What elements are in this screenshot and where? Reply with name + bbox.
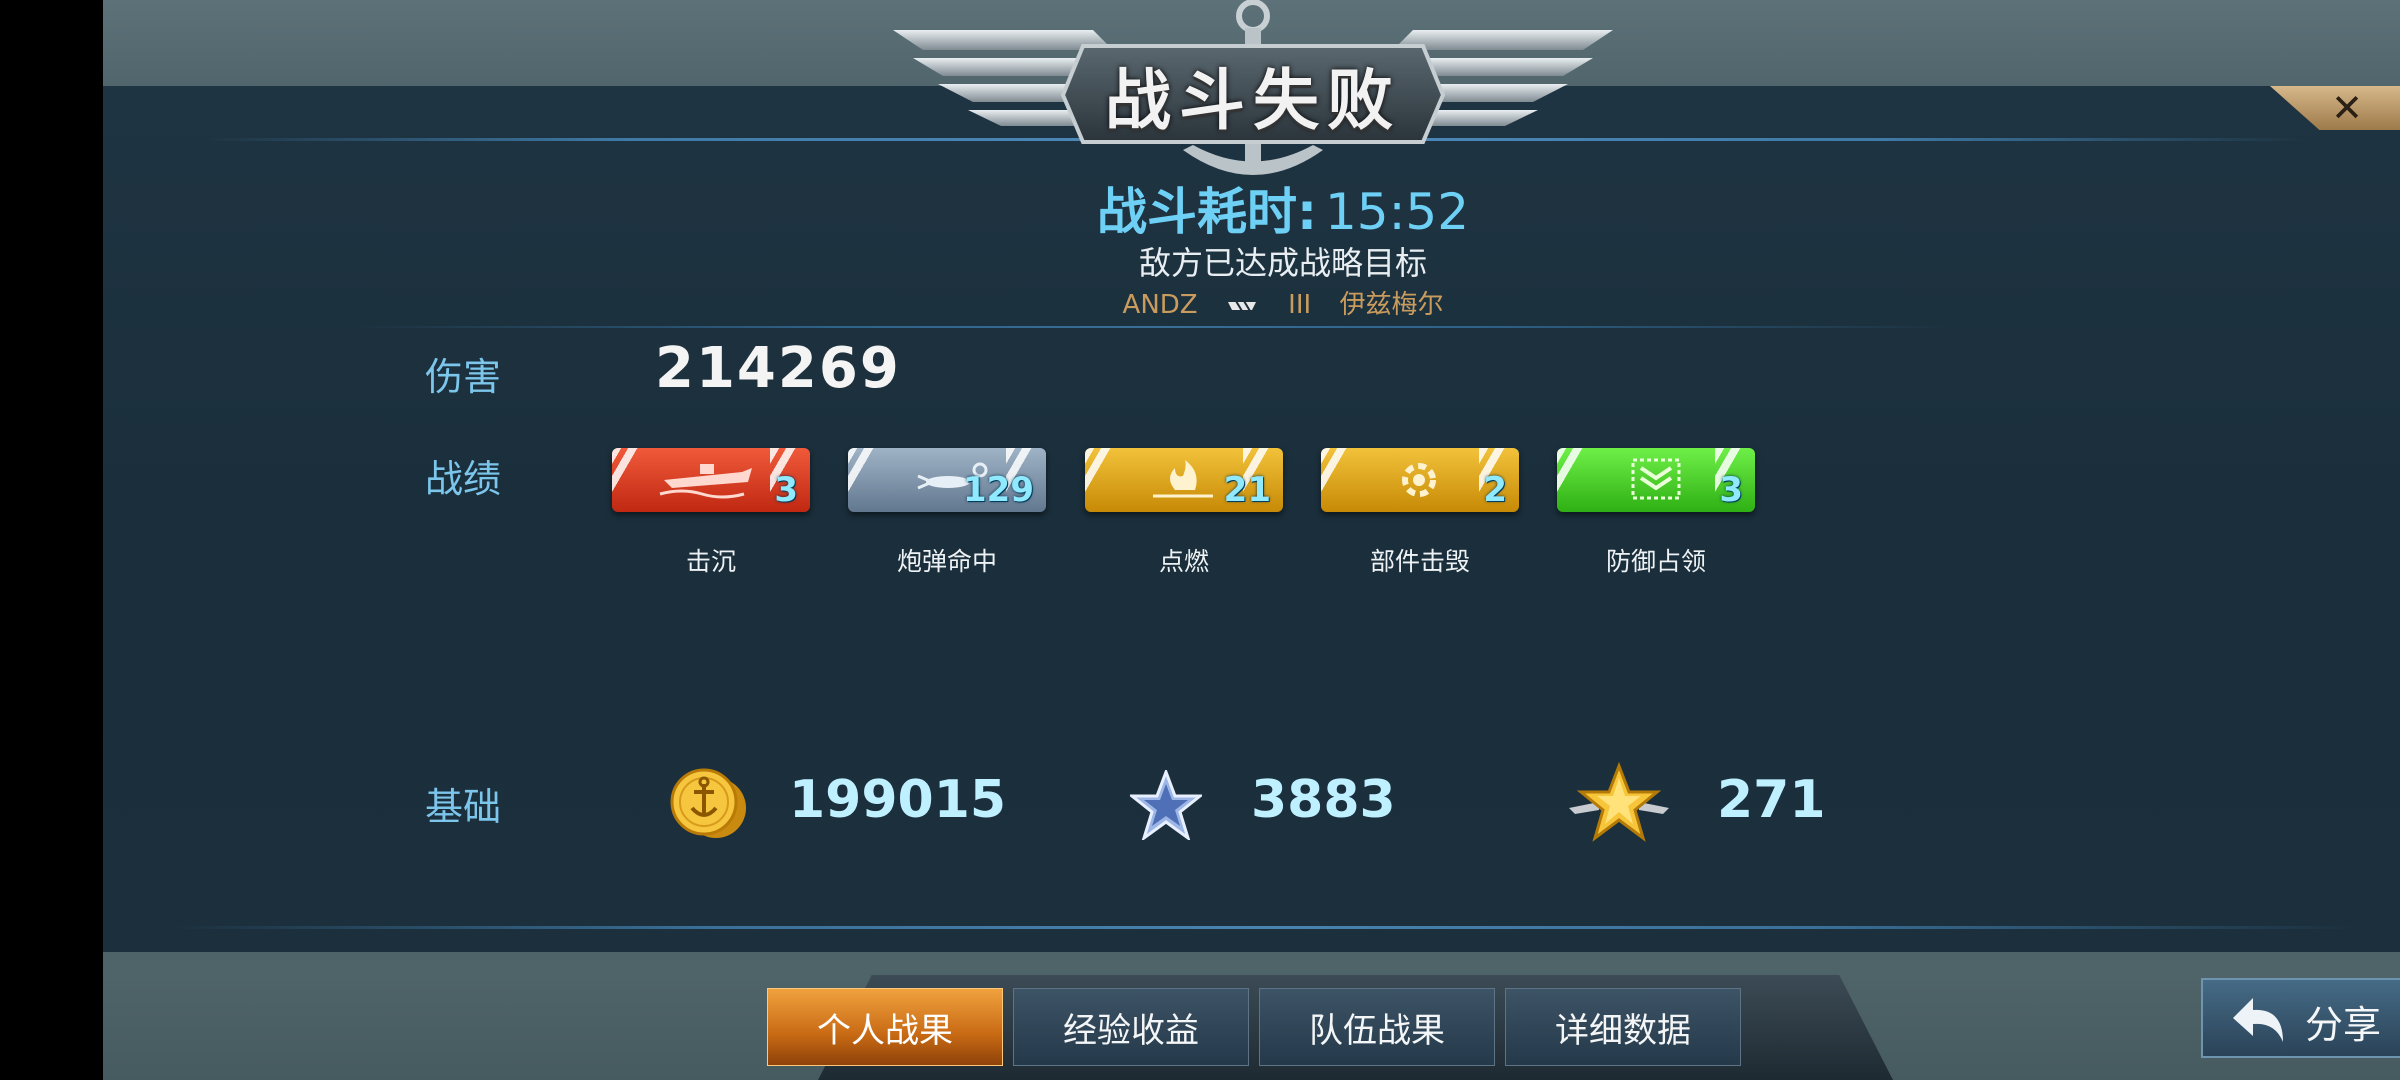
share-arrow-icon [2233,998,2283,1042]
achievement-badge-sunk[interactable]: 3 [612,448,810,512]
achievement-count: 2 [1483,470,1507,510]
tab-personal-result[interactable]: 个人战果 [767,988,1003,1066]
battle-duration-label: 战斗耗时: [1096,183,1317,241]
damage-label: 伤害 [425,355,502,399]
fire-icon [1153,460,1213,498]
result-title: 战斗失败 [1105,62,1401,139]
defeat-emblem: 战斗失败 [883,0,1623,185]
tab-detailed-data[interactable]: 详细数据 [1505,988,1741,1066]
achievement-label: 点燃 [1158,547,1209,576]
ship-tier: III [1288,290,1312,320]
divider-mid [353,326,1953,328]
achievement-label: 击沉 [685,547,736,576]
exp-reward-value: 3883 [1251,770,1396,830]
game-screen: 战斗失败 ✕ 战斗耗时: 15:52 敌方已达成战略目标 ANDZ III 伊兹梅… [103,0,2400,1080]
module-destroy-icon [1402,463,1436,497]
achievement-label: 部件击毁 [1369,547,1470,576]
defeat-reason: 敌方已达成战略目标 [1138,244,1427,282]
battle-duration-value: 15:52 [1324,183,1470,241]
close-icon[interactable]: ✕ [2322,86,2372,130]
achievement-badge-module[interactable]: 2 [1321,448,1519,512]
rank-points-value: 271 [1717,770,1826,830]
tab-exp-gain[interactable]: 经验收益 [1013,988,1249,1066]
share-label: 分享 [2305,1003,2382,1047]
blue-star-icon [1130,770,1202,840]
achievement-count: 3 [774,470,798,510]
tab-team-result[interactable]: 队伍战果 [1259,988,1495,1066]
battle-duration: 战斗耗时: 15:52 [1003,172,1563,244]
achievement-count: 21 [1223,470,1271,510]
player-info: ANDZ III 伊兹梅尔 [1003,284,1563,321]
achievement-label: 防御占领 [1605,547,1706,576]
achievements-label: 战绩 [425,457,502,501]
achievement-badge-fire[interactable]: 21 [1085,448,1283,512]
base-rewards-label: 基础 [425,785,502,829]
gold-winged-star-icon [1569,762,1669,842]
damage-value: 214269 [655,336,901,401]
divider-bottom [163,926,2363,929]
sunk-ship-icon [659,464,752,499]
achievement-badge-defense[interactable]: 3 [1557,448,1755,512]
gold-coin-icon [670,768,746,838]
achievement-count: 129 [963,470,1034,510]
achievement-count: 3 [1719,470,1743,510]
coin-reward-value: 199015 [789,770,1007,830]
defense-capture-icon [1631,458,1681,500]
ship-class-icon [1226,291,1260,321]
share-button[interactable]: 分享 [2201,978,2400,1058]
achievement-badge-hits[interactable]: 129 [848,448,1046,512]
achievement-label: 炮弹命中 [896,547,997,576]
player-tag: ANDZ [1122,290,1198,320]
ship-name: 伊兹梅尔 [1339,290,1444,320]
